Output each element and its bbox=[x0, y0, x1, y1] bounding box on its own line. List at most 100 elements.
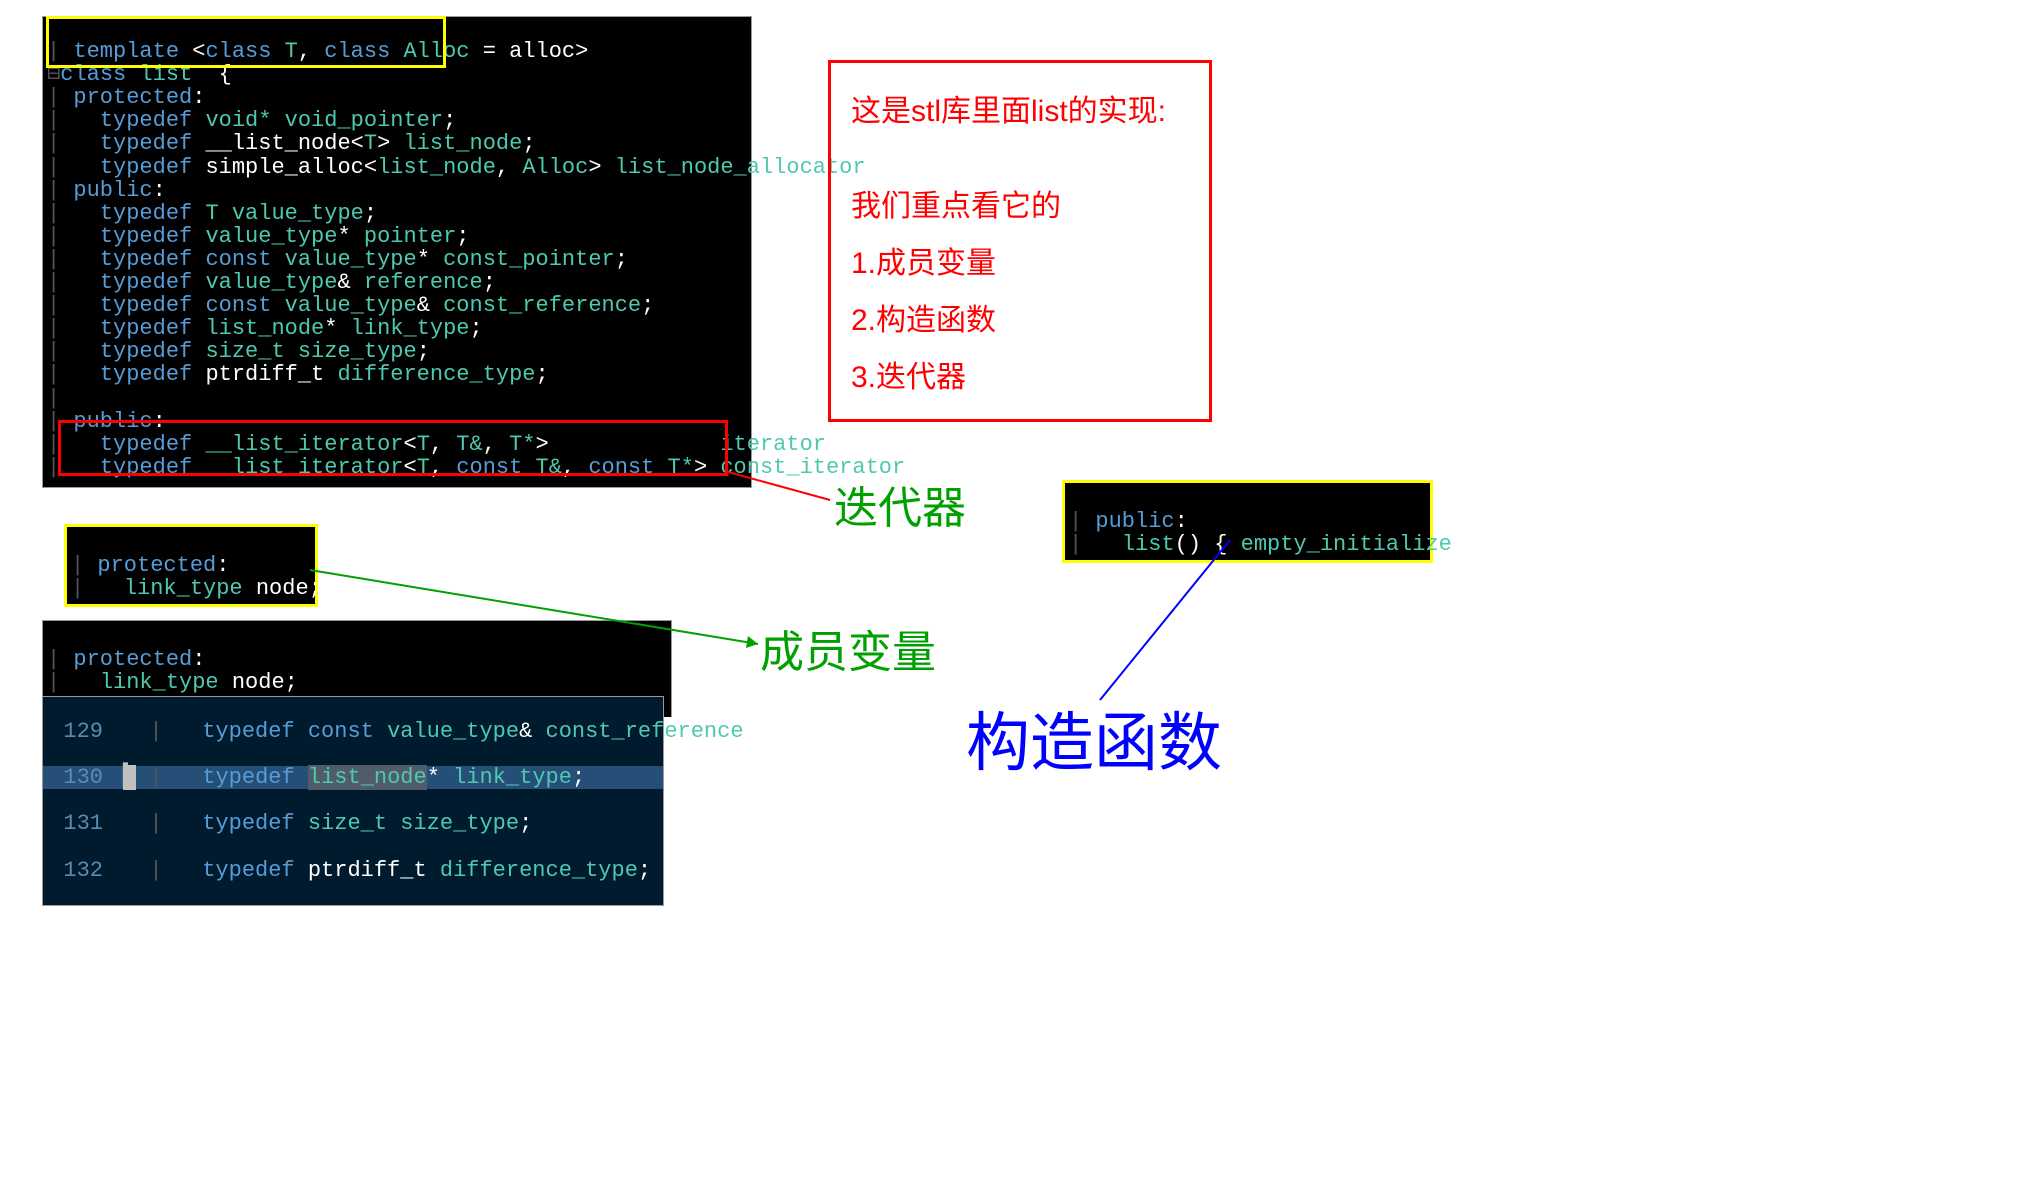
kw: class bbox=[60, 62, 126, 87]
type: __list_iterator bbox=[205, 432, 403, 457]
colon: : bbox=[153, 178, 166, 203]
type: link_type bbox=[100, 670, 219, 695]
kw: protected bbox=[97, 553, 216, 578]
angle: < bbox=[403, 455, 416, 480]
type: value_type bbox=[285, 247, 417, 272]
kw: public bbox=[1095, 509, 1174, 534]
kw: typedef bbox=[100, 247, 192, 272]
type: Alloc bbox=[403, 39, 469, 64]
id: list_node bbox=[403, 131, 522, 156]
paren: () bbox=[1175, 532, 1201, 557]
kw: class bbox=[205, 39, 271, 64]
kw: typedef bbox=[202, 858, 294, 883]
label-ctor: 构造函数 bbox=[966, 692, 1222, 784]
angle: < bbox=[192, 39, 205, 64]
angle: > bbox=[694, 455, 707, 480]
editor-snippet: 129 | typedef const value_type& const_re… bbox=[42, 696, 664, 906]
id: difference_type bbox=[440, 858, 638, 883]
type: T bbox=[417, 432, 430, 457]
type: Alloc bbox=[522, 155, 588, 180]
kw: typedef bbox=[202, 811, 294, 836]
angle: > bbox=[536, 432, 549, 457]
ctor-block: | public: | list() { empty_initialize();… bbox=[1062, 480, 1433, 563]
line-number: 129 bbox=[43, 720, 123, 743]
id: const_reference bbox=[443, 293, 641, 318]
note-line: 这是stl库里面list的实现: bbox=[851, 83, 1189, 140]
space bbox=[549, 432, 721, 457]
brace: { bbox=[1201, 532, 1241, 557]
semi: ; bbox=[1478, 532, 1504, 557]
amp: & bbox=[417, 293, 430, 318]
type: T* bbox=[668, 455, 694, 480]
kw: const bbox=[456, 455, 522, 480]
star: * bbox=[324, 316, 337, 341]
kw: const bbox=[588, 455, 654, 480]
id: reference bbox=[364, 270, 483, 295]
type: list_node bbox=[205, 316, 324, 341]
kw: const bbox=[205, 293, 271, 318]
kw: typedef bbox=[100, 131, 192, 156]
type: __list_iterator bbox=[205, 455, 403, 480]
type: T& bbox=[536, 455, 562, 480]
type: T* bbox=[509, 432, 535, 457]
id: ptrdiff_t bbox=[205, 362, 324, 387]
id: simple_alloc bbox=[205, 155, 363, 180]
type: size_t bbox=[308, 811, 387, 836]
type: void* bbox=[205, 108, 271, 133]
kw-template: template bbox=[73, 39, 179, 64]
label-iterator: 迭代器 bbox=[834, 472, 966, 536]
kw: public bbox=[73, 178, 152, 203]
id: size_type bbox=[400, 811, 519, 836]
angle: > bbox=[377, 131, 390, 156]
kw: typedef bbox=[100, 270, 192, 295]
comma: , bbox=[430, 455, 456, 480]
id: iterator bbox=[720, 432, 826, 457]
id: size_type bbox=[298, 339, 417, 364]
label-member: 成员变量 bbox=[760, 616, 936, 680]
star: * bbox=[417, 247, 430, 272]
comma: , bbox=[483, 432, 509, 457]
kw: typedef bbox=[100, 155, 192, 180]
type: value_type bbox=[387, 719, 519, 744]
kw: typedef bbox=[202, 765, 294, 790]
kw: typedef bbox=[202, 719, 294, 744]
colon: : bbox=[216, 553, 229, 578]
kw: public bbox=[73, 409, 152, 434]
type: list_node bbox=[308, 765, 427, 790]
colon: : bbox=[1175, 509, 1188, 534]
note-line: 3.迭代器 bbox=[851, 349, 1189, 406]
type: list_node bbox=[377, 155, 496, 180]
type: T bbox=[417, 455, 430, 480]
kw: typedef bbox=[100, 316, 192, 341]
angle: > bbox=[588, 155, 601, 180]
id: empty_initialize bbox=[1241, 532, 1452, 557]
kw: class bbox=[324, 39, 390, 64]
type: T bbox=[364, 131, 377, 156]
angle: > bbox=[575, 39, 588, 64]
note-line: 2.构造函数 bbox=[851, 292, 1189, 349]
kw: typedef bbox=[100, 293, 192, 318]
id: __list_node bbox=[205, 131, 350, 156]
eq: = bbox=[470, 39, 510, 64]
id: link_type bbox=[453, 765, 572, 790]
comma: , bbox=[496, 155, 522, 180]
line-number: 132 bbox=[43, 859, 123, 882]
kw: typedef bbox=[100, 432, 192, 457]
kw: typedef bbox=[100, 224, 192, 249]
type: T& bbox=[456, 432, 482, 457]
fold-icon[interactable]: ⊟ bbox=[47, 62, 60, 87]
id: alloc bbox=[509, 39, 575, 64]
angle: < bbox=[351, 131, 364, 156]
type: T bbox=[285, 39, 298, 64]
id: const_pointer bbox=[443, 247, 615, 272]
id: value_type bbox=[232, 201, 364, 226]
id: node bbox=[256, 576, 309, 601]
type: value_type bbox=[205, 224, 337, 249]
note-line: 我们重点看它的 bbox=[851, 178, 1189, 235]
note-line: 1.成员变量 bbox=[851, 235, 1189, 292]
type: value_type bbox=[285, 293, 417, 318]
main-code-block: | template <class T, class Alloc = alloc… bbox=[42, 16, 752, 488]
colon: : bbox=[192, 85, 205, 110]
note-panel: 这是stl库里面list的实现: 我们重点看它的 1.成员变量 2.构造函数 3… bbox=[828, 60, 1212, 422]
comma: , bbox=[430, 432, 456, 457]
